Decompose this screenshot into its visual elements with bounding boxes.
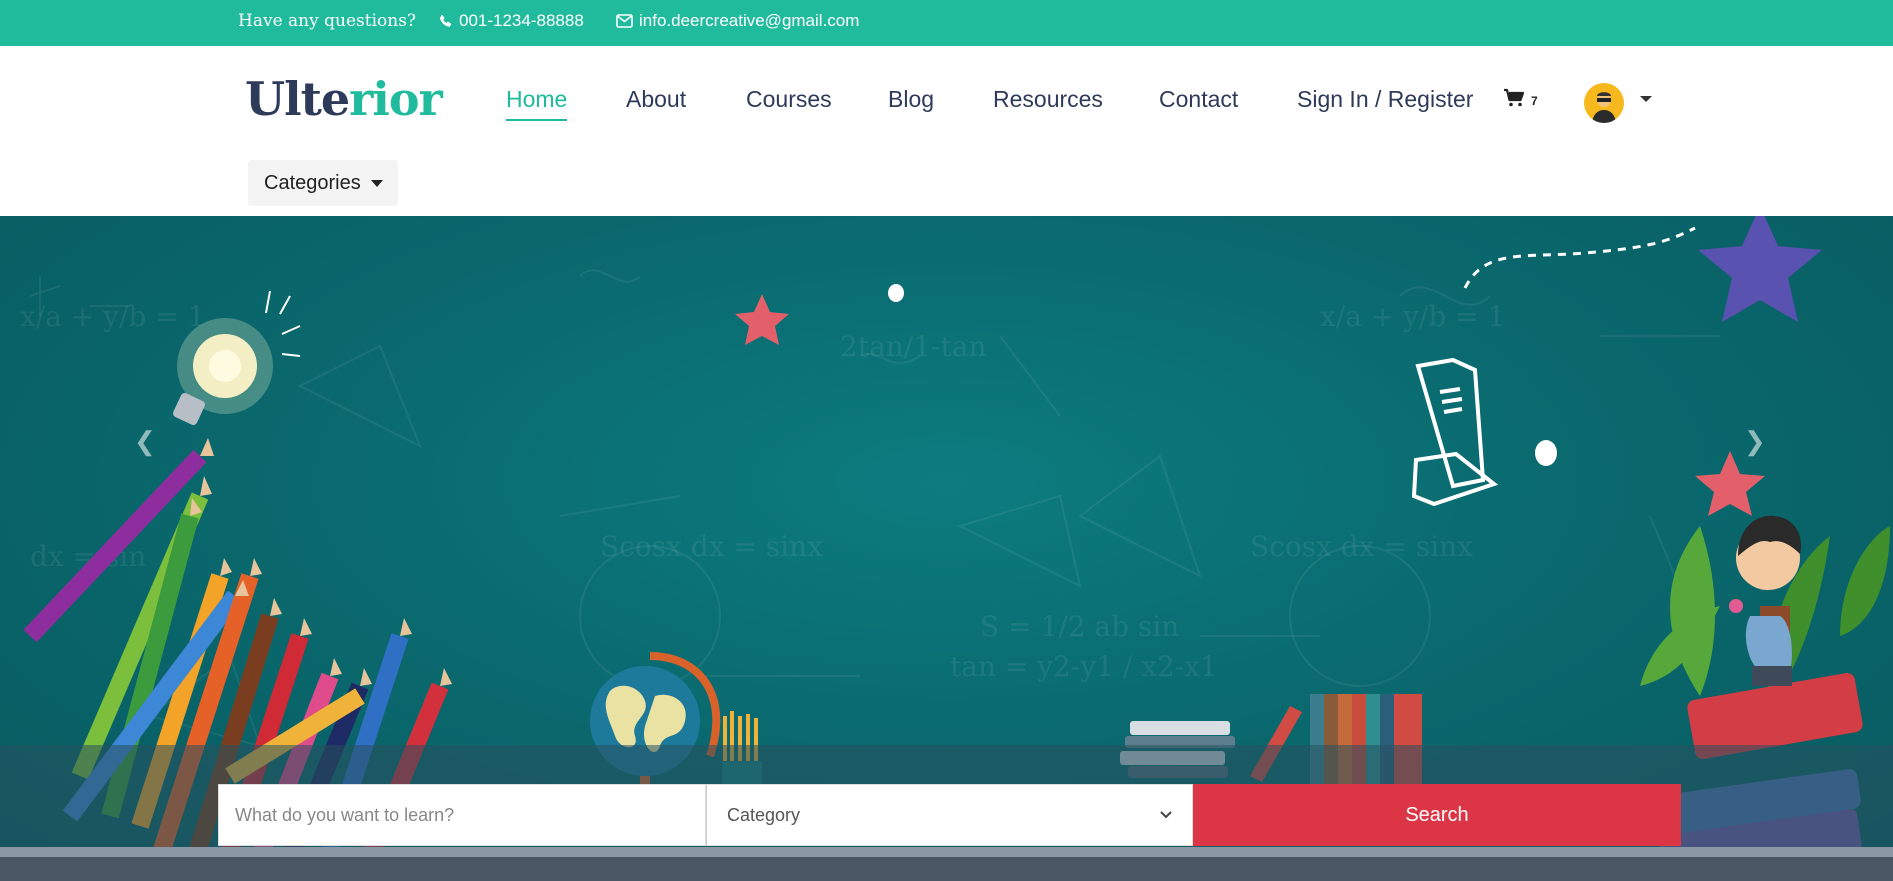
cart-button[interactable]: 7 bbox=[1503, 88, 1538, 108]
hero-banner: x/a + y/b = 1 2tan/1-tan x/a + y/b = 1 S… bbox=[0, 216, 1893, 881]
nav-blog[interactable]: Blog bbox=[888, 86, 934, 113]
email-address: info.deercreative@gmail.com bbox=[639, 11, 860, 30]
caret-down-icon bbox=[370, 179, 383, 187]
category-select-label: Category bbox=[727, 804, 801, 825]
svg-text:x/a + y/b = 1: x/a + y/b = 1 bbox=[20, 300, 205, 333]
svg-text:tan = y2-y1 / x2-x1: tan = y2-y1 / x2-x1 bbox=[950, 650, 1218, 683]
chevron-down-icon[interactable] bbox=[1640, 96, 1652, 102]
cart-icon bbox=[1504, 88, 1525, 107]
nav-home[interactable]: Home bbox=[506, 86, 568, 121]
nav-about[interactable]: About bbox=[626, 86, 686, 113]
nav-sign-in-register[interactable]: Sign In / Register bbox=[1297, 86, 1473, 113]
chevron-right-icon[interactable]: ❯ bbox=[1744, 426, 1766, 457]
phone-number: 001-1234-88888 bbox=[459, 11, 584, 30]
search-button[interactable]: Search bbox=[1193, 784, 1681, 846]
categories-dropdown[interactable]: Categories bbox=[248, 160, 398, 206]
logo-part1: Ulte bbox=[245, 72, 350, 126]
avatar[interactable] bbox=[1584, 83, 1624, 123]
email-link[interactable]: info.deercreative@gmail.com bbox=[616, 11, 859, 31]
category-select[interactable]: Category bbox=[706, 784, 1193, 846]
logo[interactable]: Ulterior bbox=[245, 72, 443, 126]
search-input[interactable]: What do you want to learn? bbox=[218, 784, 706, 846]
chevron-down-icon bbox=[1160, 811, 1172, 819]
svg-text:Scosx dx = sinx: Scosx dx = sinx bbox=[600, 530, 823, 563]
svg-text:2tan/1-tan: 2tan/1-tan bbox=[840, 330, 986, 363]
top-bar: Have any questions? 001-1234-88888 info.… bbox=[0, 0, 1893, 46]
categories-label: Categories bbox=[264, 171, 361, 194]
header: Ulterior Home About Courses Blog Resourc… bbox=[0, 46, 1893, 216]
phone-icon bbox=[439, 14, 452, 27]
envelope-icon bbox=[616, 14, 633, 28]
chevron-left-icon[interactable]: ❮ bbox=[134, 426, 156, 457]
questions-text: Have any questions? bbox=[238, 11, 417, 31]
svg-text:S = 1/2 ab sin: S = 1/2 ab sin bbox=[980, 610, 1179, 643]
logo-part2: rior bbox=[349, 72, 443, 126]
svg-text:x/a + y/b = 1: x/a + y/b = 1 bbox=[1320, 300, 1505, 333]
cart-count: 7 bbox=[1531, 94, 1538, 108]
floor-strip bbox=[0, 847, 1893, 881]
svg-text:Scosx dx = sinx: Scosx dx = sinx bbox=[1250, 530, 1473, 563]
phone-link[interactable]: 001-1234-88888 bbox=[438, 11, 584, 31]
nav-resources[interactable]: Resources bbox=[993, 86, 1103, 113]
search-placeholder: What do you want to learn? bbox=[235, 804, 455, 825]
nav-contact[interactable]: Contact bbox=[1159, 86, 1238, 113]
nav-courses[interactable]: Courses bbox=[746, 86, 832, 113]
